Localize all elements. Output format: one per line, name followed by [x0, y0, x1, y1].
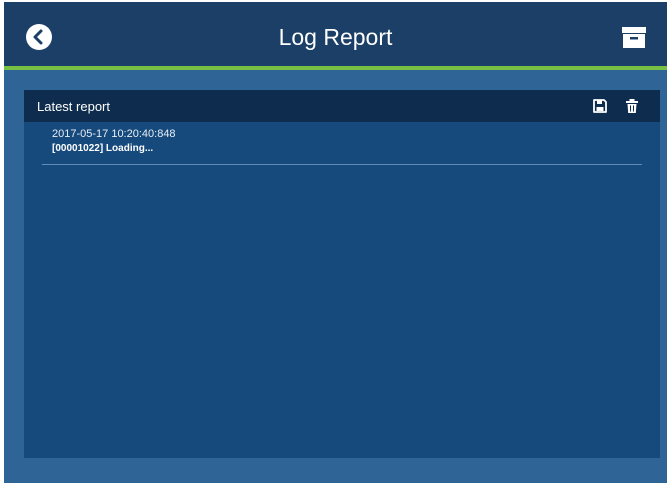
archive-box-icon [622, 27, 646, 48]
trash-icon [626, 99, 638, 113]
log-timestamp: 2017-05-17 10:20:40:848 [52, 128, 176, 140]
app-window: Log Report Latest report 2017-05-17 10:2… [4, 2, 667, 483]
report-panel: Latest report 2017-05-17 10:20:40:848 [0… [24, 90, 660, 458]
save-button[interactable] [592, 98, 608, 114]
panel-header: Latest report [24, 90, 660, 122]
top-bar: Log Report [4, 2, 667, 66]
save-icon [593, 99, 607, 113]
log-entry: 2017-05-17 10:20:40:848 [00001022] Loadi… [42, 126, 642, 165]
log-message: [00001022] Loading... [52, 143, 154, 154]
header-accent-line [4, 66, 667, 70]
panel-title: Latest report [37, 99, 110, 114]
archive-button[interactable] [621, 24, 647, 50]
page-title: Log Report [278, 24, 393, 50]
delete-button[interactable] [624, 98, 640, 114]
